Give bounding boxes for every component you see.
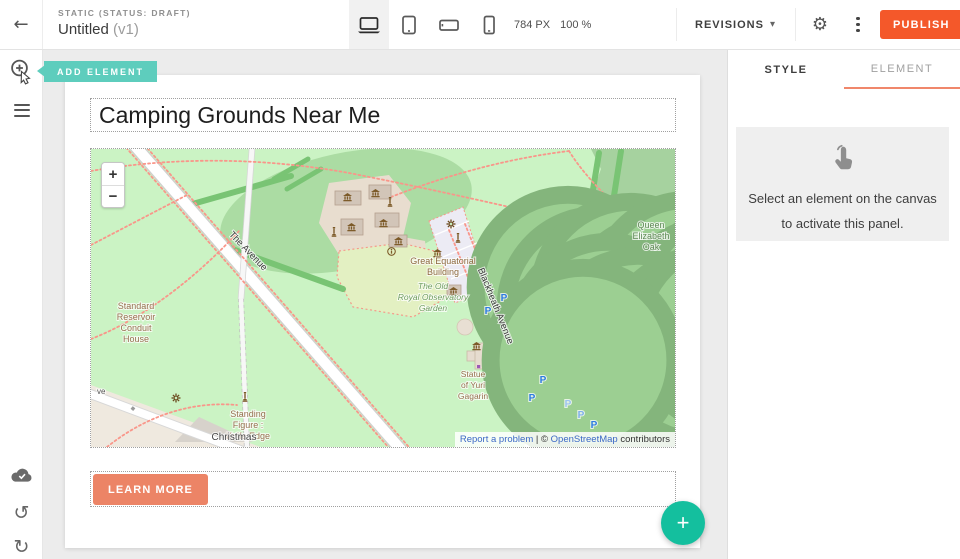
add-section-fab[interactable]: + [661, 501, 705, 545]
status-label: STATIC (STATUS: DRAFT) [58, 8, 191, 18]
svg-text:Building: Building [427, 267, 459, 277]
top-toolbar: ← STATIC (STATUS: DRAFT) Untitled (v1) [0, 0, 960, 50]
empty-state-line1: Select an element on the canvas [748, 186, 937, 211]
heading-element[interactable]: Camping Grounds Near Me [90, 98, 676, 132]
svg-text:Statue: Statue [461, 369, 486, 379]
map-zoom-control: + − [101, 162, 125, 208]
svg-text:House: House [123, 334, 149, 344]
tap-hand-icon [830, 143, 856, 178]
viewport-info: 784 PX 100 % [514, 0, 591, 49]
toolbar-divider [795, 8, 796, 41]
svg-text:Oak: Oak [643, 242, 660, 252]
panel-tabs: STYLE ELEMENT [728, 50, 960, 89]
svg-text:Reservoir: Reservoir [117, 312, 156, 322]
zoom-level-value: 100 % [560, 19, 591, 31]
page-title-block: STATIC (STATUS: DRAFT) Untitled (v1) [58, 8, 191, 38]
revisions-dropdown[interactable]: REVISIONS ▾ [676, 0, 795, 49]
back-icon[interactable]: ← [0, 0, 43, 49]
attribution-separator: | © [533, 434, 550, 445]
device-tablet-button[interactable] [389, 0, 429, 49]
undo-icon[interactable]: ↺ [14, 503, 30, 523]
device-mobile-landscape-button[interactable] [429, 0, 469, 49]
openstreetmap-link[interactable]: OpenStreetMap [551, 434, 618, 445]
circle-plus-cursor-icon [10, 59, 34, 86]
chevron-down-icon: ▾ [770, 19, 776, 30]
tablet-icon [399, 15, 419, 35]
page-version: (v1) [113, 21, 139, 38]
svg-text:Queen: Queen [637, 220, 664, 230]
attribution-suffix: contributors [618, 434, 670, 445]
gear-icon[interactable]: ⚙ [806, 0, 834, 49]
learn-more-button[interactable]: LEARN MORE [93, 474, 208, 505]
tab-style[interactable]: STYLE [728, 50, 844, 89]
map-graphic: P P P P P P P The Avenue Blackheath Aven… [91, 149, 675, 447]
properties-panel: STYLE ELEMENT Select an element on the c… [727, 50, 960, 559]
svg-text:Gagarin: Gagarin [458, 391, 489, 401]
device-preview-switcher [349, 0, 509, 49]
map-attribution: Report a problem | © OpenStreetMap contr… [455, 432, 675, 447]
svg-text:Elizabeth: Elizabeth [632, 231, 669, 241]
laptop-icon [357, 15, 381, 35]
svg-text:Standing: Standing [230, 409, 266, 419]
svg-text:of Yuri: of Yuri [461, 380, 485, 390]
page-title: Untitled [58, 21, 109, 38]
kebab-menu-icon[interactable] [848, 0, 868, 49]
phone-portrait-icon [481, 15, 497, 35]
parking-icon: P [501, 293, 508, 304]
left-toolbar-rail: ↺ ↻ [0, 50, 43, 559]
parking-icon: P [540, 375, 547, 386]
phone-landscape-icon [438, 15, 460, 35]
saved-cloud-icon [10, 468, 34, 489]
panel-empty-state: Select an element on the canvas to activ… [736, 127, 949, 241]
publish-button[interactable]: PUBLISH [880, 10, 960, 39]
viewport-width-value: 784 PX [514, 19, 550, 31]
svg-text:Standard: Standard [118, 301, 155, 311]
map-label-christmas: Christmas [211, 432, 256, 443]
device-desktop-button[interactable] [349, 0, 389, 49]
page-sections-icon[interactable] [0, 92, 43, 128]
map-zoom-in-button[interactable]: + [102, 163, 124, 185]
canvas-page: Camping Grounds Near Me [65, 75, 700, 548]
svg-text:Royal Observatory: Royal Observatory [398, 292, 469, 302]
report-problem-link[interactable]: Report a problem [460, 434, 533, 445]
svg-text:Conduit: Conduit [120, 323, 152, 333]
parking-icon: P [529, 393, 536, 404]
map-element[interactable]: P P P P P P P The Avenue Blackheath Aven… [90, 148, 676, 448]
svg-text:Great Equatorial: Great Equatorial [410, 256, 476, 266]
device-mobile-portrait-button[interactable] [469, 0, 509, 49]
parking-icon: P [578, 410, 585, 421]
parking-icon: P [591, 420, 598, 431]
revisions-label: REVISIONS [695, 19, 764, 31]
empty-state-line2: to activate this panel. [748, 211, 937, 236]
map-label-road-fragment: ve [97, 387, 106, 396]
map-zoom-out-button[interactable]: − [102, 185, 124, 207]
tab-element[interactable]: ELEMENT [844, 50, 960, 89]
svg-text:Garden: Garden [419, 303, 448, 313]
svg-text:Figure :: Figure : [233, 420, 264, 430]
map-label-gagarin: Statue of Yuri Gagarin [458, 369, 489, 401]
add-element-tooltip: ADD ELEMENT [44, 61, 157, 82]
svg-text:The Old: The Old [418, 281, 449, 291]
button-row-element[interactable]: LEARN MORE [90, 471, 676, 507]
redo-icon[interactable]: ↻ [14, 537, 30, 557]
parking-icon: P [565, 399, 572, 410]
